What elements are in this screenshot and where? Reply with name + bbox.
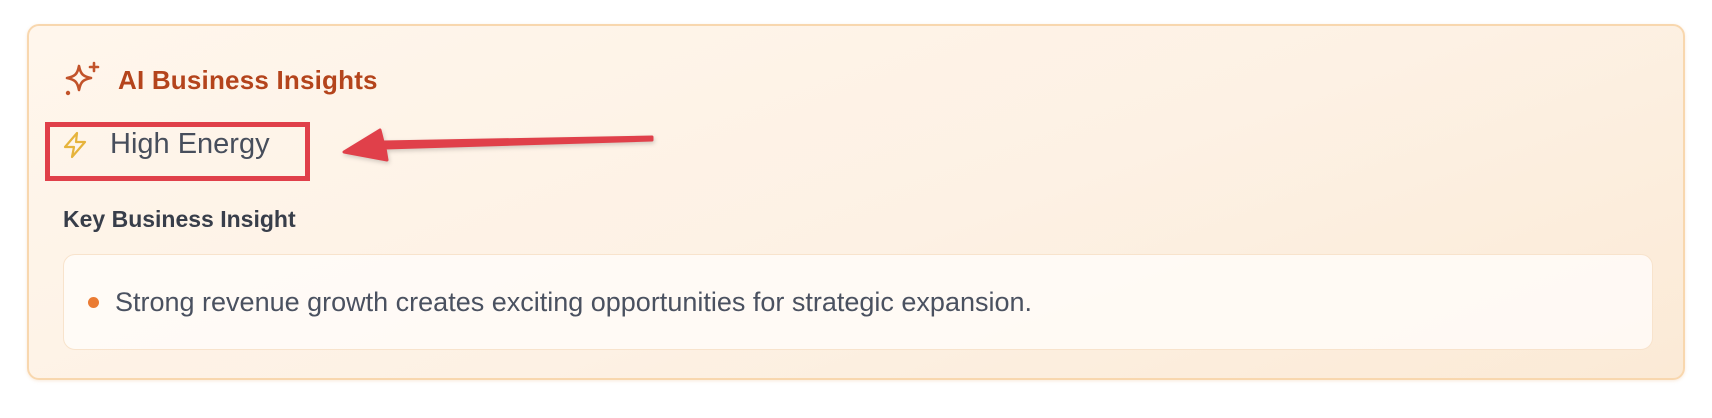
screenshot-canvas: AI Business Insights High Energy Key Bus… [0, 0, 1712, 418]
section-label: Key Business Insight [63, 206, 296, 232]
bullet-dot [88, 296, 99, 308]
card-title: AI Business Insights [118, 64, 378, 95]
annotation-highlight-box [45, 122, 310, 181]
card-header: AI Business Insights [62, 60, 378, 100]
insight-list: Strong revenue growth creates exciting o… [63, 254, 1653, 350]
sparkles-icon [62, 60, 102, 100]
ai-insights-card: AI Business Insights High Energy Key Bus… [27, 24, 1685, 380]
insight-item: Strong revenue growth creates exciting o… [115, 286, 1033, 317]
